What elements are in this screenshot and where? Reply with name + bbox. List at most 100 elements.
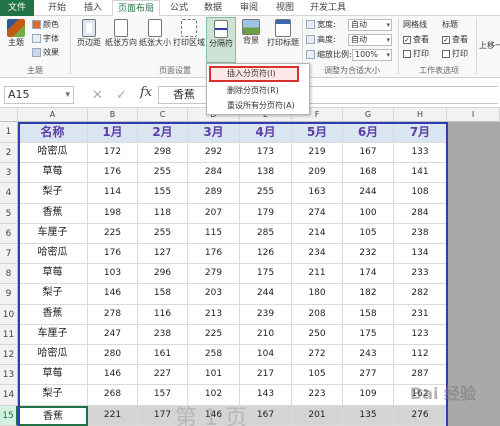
value-cell[interactable]: 234	[292, 244, 343, 265]
value-cell[interactable]: 282	[394, 284, 447, 305]
orientation-button[interactable]: 纸张方向	[104, 19, 138, 48]
value-cell[interactable]: 138	[240, 163, 292, 184]
row-header[interactable]: 10	[0, 304, 18, 325]
value-cell[interactable]: 292	[188, 143, 240, 164]
value-cell[interactable]: 155	[138, 183, 188, 204]
value-cell[interactable]: 231	[394, 304, 447, 325]
tab-view[interactable]: 视图	[268, 0, 302, 16]
value-cell[interactable]: 134	[394, 244, 447, 265]
reset-all-page-breaks-item[interactable]: 重设所有分页符(A)	[207, 98, 309, 114]
value-cell[interactable]: 112	[394, 345, 447, 366]
value-cell[interactable]: 207	[188, 203, 240, 224]
value-cell[interactable]: 280	[88, 345, 138, 366]
background-button[interactable]: 背景	[238, 19, 264, 46]
value-cell[interactable]: 141	[394, 163, 447, 184]
tab-formulas[interactable]: 公式	[164, 0, 194, 16]
value-cell[interactable]: 208	[292, 304, 343, 325]
column-header-i[interactable]: I	[447, 108, 500, 122]
tab-data[interactable]: 数据	[196, 0, 230, 16]
value-cell[interactable]: 221	[88, 405, 138, 426]
value-cell[interactable]: 247	[88, 324, 138, 345]
header-cell-month[interactable]: 7月	[394, 122, 447, 143]
value-cell[interactable]: 203	[188, 284, 240, 305]
fruit-name-cell[interactable]: 车厘子	[18, 223, 88, 244]
fruit-name-cell[interactable]: 梨子	[18, 385, 88, 406]
value-cell[interactable]: 284	[394, 203, 447, 224]
insert-page-break-item[interactable]: 插入分页符(I)	[209, 66, 299, 82]
bring-forward-button[interactable]: 上移一	[479, 40, 500, 52]
value-cell[interactable]: 101	[188, 365, 240, 386]
value-cell[interactable]: 161	[138, 345, 188, 366]
fonts-button[interactable]: 字体	[32, 33, 59, 45]
headings-print-checkbox[interactable]: 打印	[442, 48, 468, 60]
tab-review[interactable]: 审阅	[232, 0, 266, 16]
value-cell[interactable]: 298	[138, 143, 188, 164]
value-cell[interactable]: 284	[188, 163, 240, 184]
remove-page-break-item[interactable]: 删除分页符(R)	[207, 83, 309, 99]
width-select[interactable]: 自动	[348, 19, 392, 31]
value-cell[interactable]: 167	[343, 143, 394, 164]
margins-button[interactable]: 页边距	[74, 19, 104, 48]
fruit-name-cell[interactable]: 哈密瓜	[18, 143, 88, 164]
value-cell[interactable]: 272	[292, 345, 343, 366]
value-cell[interactable]: 143	[240, 385, 292, 406]
header-cell-month[interactable]: 4月	[240, 122, 292, 143]
value-cell[interactable]: 116	[138, 304, 188, 325]
fruit-name-cell[interactable]: 梨子	[18, 284, 88, 305]
name-box[interactable]: A15	[4, 86, 74, 104]
value-cell[interactable]: 179	[240, 203, 292, 224]
fruit-name-cell[interactable]: 草莓	[18, 365, 88, 386]
value-cell[interactable]: 100	[343, 203, 394, 224]
value-cell[interactable]: 174	[343, 264, 394, 285]
effects-button[interactable]: 效果	[32, 47, 59, 59]
value-cell[interactable]: 103	[88, 264, 138, 285]
row-header[interactable]: 6	[0, 223, 18, 244]
value-cell[interactable]: 118	[138, 203, 188, 224]
header-cell-month[interactable]: 1月	[88, 122, 138, 143]
headings-view-checkbox[interactable]: ✓ 查看	[442, 34, 468, 46]
value-cell[interactable]: 146	[88, 284, 138, 305]
fruit-name-cell[interactable]: 车厘子	[18, 324, 88, 345]
value-cell[interactable]: 209	[292, 163, 343, 184]
column-header-g[interactable]: G	[343, 108, 394, 122]
value-cell[interactable]: 225	[188, 324, 240, 345]
value-cell[interactable]: 201	[292, 405, 343, 426]
gridlines-print-checkbox[interactable]: 打印	[403, 48, 429, 60]
row-header[interactable]: 1	[0, 122, 18, 143]
cancel-icon[interactable]: ✕	[92, 88, 103, 103]
value-cell[interactable]: 233	[394, 264, 447, 285]
value-cell[interactable]: 173	[240, 143, 292, 164]
print-titles-button[interactable]: 打印标题	[266, 19, 300, 48]
value-cell[interactable]: 163	[292, 183, 343, 204]
value-cell[interactable]: 133	[394, 143, 447, 164]
fruit-name-cell[interactable]: 香蕉	[18, 203, 88, 224]
fruit-name-cell[interactable]: 草莓	[18, 163, 88, 184]
value-cell[interactable]: 289	[188, 183, 240, 204]
value-cell[interactable]: 278	[88, 304, 138, 325]
value-cell[interactable]: 219	[292, 143, 343, 164]
value-cell[interactable]: 108	[394, 183, 447, 204]
header-cell-name[interactable]: 名称	[18, 122, 88, 143]
breaks-button[interactable]: 分隔符	[206, 17, 236, 63]
row-header[interactable]: 7	[0, 244, 18, 265]
fruit-name-cell[interactable]: 梨子	[18, 183, 88, 204]
value-cell[interactable]: 238	[138, 324, 188, 345]
scale-input[interactable]: 100%	[352, 49, 392, 61]
value-cell[interactable]: 105	[292, 365, 343, 386]
themes-button[interactable]: 主题	[4, 19, 28, 48]
header-cell-month[interactable]: 5月	[292, 122, 343, 143]
row-header[interactable]: 12	[0, 345, 18, 366]
value-cell[interactable]: 258	[188, 345, 240, 366]
header-cell-month[interactable]: 6月	[343, 122, 394, 143]
column-header-c[interactable]: C	[138, 108, 188, 122]
enter-icon[interactable]: ✓	[116, 88, 127, 103]
fruit-name-cell[interactable]: 哈密瓜	[18, 345, 88, 366]
insert-function-button[interactable]: fx	[140, 85, 152, 100]
value-cell[interactable]: 104	[240, 345, 292, 366]
value-cell[interactable]: 114	[88, 183, 138, 204]
fruit-name-cell[interactable]: 草莓	[18, 264, 88, 285]
value-cell[interactable]: 255	[138, 223, 188, 244]
value-cell[interactable]: 244	[240, 284, 292, 305]
fruit-name-cell[interactable]: 哈密瓜	[18, 244, 88, 265]
value-cell[interactable]: 223	[292, 385, 343, 406]
